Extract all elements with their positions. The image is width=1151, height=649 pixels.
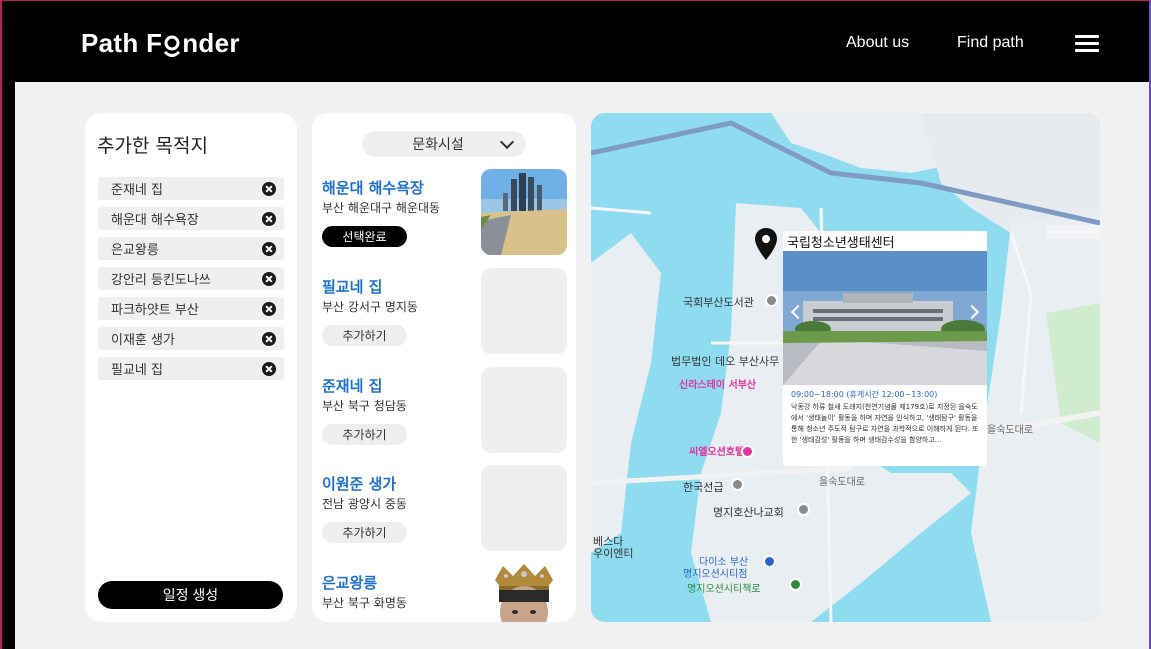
place-item: 필교네 집 부산 강서구 명지동 추가하기 [322, 268, 572, 366]
remove-icon[interactable] [262, 361, 276, 376]
map-label-shinra: 신라스테이 서부산 [679, 380, 757, 391]
top-navigation-bar: Path F nder About us Find path [15, 4, 1149, 82]
church-poi-icon[interactable] [797, 503, 810, 516]
logo-text-before: Path F [81, 28, 163, 58]
place-address: 부산 북구 청담동 [322, 399, 407, 413]
destination-item: 이재훈 생가 [98, 327, 284, 350]
destination-item: 준재네 집 [98, 177, 284, 200]
map-label-bookstore: 명지오션시티책로 [687, 584, 761, 595]
place-thumbnail-beach [481, 169, 567, 255]
logo-text-after: nder [182, 28, 240, 58]
place-thumbnail-placeholder [481, 465, 567, 551]
popup-opening-hours: 09:00~18:00 (휴게시간 12:00~13:00) [791, 390, 938, 399]
map-label-church: 명지호산나교회 [713, 506, 784, 519]
create-schedule-button[interactable]: 일정 생성 [98, 581, 283, 609]
panel-title: 추가한 목적지 [97, 135, 208, 157]
category-dropdown[interactable]: 문화시설 [362, 131, 526, 157]
place-address: 부산 해운대구 해운대동 [322, 201, 441, 215]
place-name[interactable]: 필교네 집 [322, 276, 382, 297]
map-view[interactable]: 국회부산도서관 법무법인 데오 부산사무 신라스테이 서부산 씨엘오션호텔 한국… [591, 113, 1100, 622]
logo-pin-icon [163, 33, 181, 57]
map-label-law: 법무법인 데오 부산사무 [671, 355, 780, 368]
place-item: 해운대 해수욕장 부산 해운대구 해운대동 선택완료 [322, 169, 572, 267]
place-item: 은교왕릉 부산 북구 화명동 [322, 564, 572, 622]
destination-item: 파크하얏트 부산 [98, 297, 284, 320]
place-name[interactable]: 해운대 해수욕장 [322, 177, 424, 198]
korea-register-poi-icon[interactable] [731, 478, 744, 491]
destination-label: 준재네 집 [111, 183, 163, 198]
place-name[interactable]: 은교왕릉 [322, 572, 377, 593]
map-label-library: 국회부산도서관 [683, 296, 754, 309]
add-place-button[interactable]: 추가하기 [322, 424, 407, 445]
place-address: 부산 강서구 명지동 [322, 300, 418, 314]
place-info-popup: 09:00~18:00 (휴게시간 12:00~13:00) 낙동강 하류 철새… [783, 251, 987, 466]
library-poi-icon[interactable] [765, 294, 778, 307]
nav-find-path[interactable]: Find path [957, 34, 1024, 52]
map-label-besta-2: 우이엔티 [593, 547, 634, 560]
remove-icon[interactable] [262, 331, 276, 346]
destination-label: 해운대 해수욕장 [111, 213, 199, 228]
bookstore-poi-icon[interactable] [789, 578, 802, 591]
place-thumbnail-placeholder [481, 367, 567, 453]
destination-item: 은교왕릉 [98, 237, 284, 260]
map-label-seaocean: 씨엘오션호텔 [689, 447, 745, 458]
app-frame: Path F nder About us Find path 추가한 목적지 준… [0, 0, 1151, 649]
map-pin-icon[interactable] [754, 228, 778, 260]
destination-item: 필교네 집 [98, 357, 284, 380]
destination-label: 강안리 등킨도나쓰 [111, 273, 211, 288]
destination-label: 파크하얏트 부산 [111, 303, 199, 318]
place-name[interactable]: 준재네 집 [322, 375, 382, 396]
destination-label: 이재훈 생가 [111, 333, 175, 348]
remove-icon[interactable] [262, 301, 276, 316]
popup-description: 낙동강 하류 철새 도래지(천연기념물 제179호)로 지정된 을숙도에서 '생… [791, 403, 979, 444]
place-item: 이원준 생가 전남 광양시 중동 추가하기 [322, 465, 572, 563]
place-name[interactable]: 이원준 생가 [322, 473, 396, 494]
places-panel: 문화시설 해운대 해수욕장 부산 해운대구 해운대동 선택완료 필교네 집 부산… [312, 113, 576, 622]
add-place-button[interactable]: 추가하기 [322, 522, 407, 543]
logo[interactable]: Path F nder [81, 28, 240, 59]
destination-label: 은교왕릉 [111, 243, 159, 258]
remove-icon[interactable] [262, 271, 276, 286]
map-label-korea-register: 한국선급 [683, 481, 724, 494]
remove-icon[interactable] [262, 211, 276, 226]
hotel-poi-icon[interactable] [741, 445, 754, 458]
destination-label: 필교네 집 [111, 363, 163, 378]
hamburger-menu-icon[interactable] [1075, 35, 1099, 53]
destination-item: 해운대 해수욕장 [98, 207, 284, 230]
add-place-button[interactable]: 추가하기 [322, 325, 407, 346]
added-destinations-panel: 추가한 목적지 준재네 집 해운대 해수욕장 은교왕릉 강안리 등킨도나쓰 파크… [85, 113, 297, 622]
map-label-road-east: 을숙도대로 [987, 425, 1033, 436]
popup-place-photo [783, 251, 987, 385]
place-address: 부산 북구 화명동 [322, 596, 407, 610]
map-label-road: 을숙도대로 [819, 477, 865, 488]
nav-about-us[interactable]: About us [846, 34, 909, 52]
popup-place-title: 국립청소년생태센터 [783, 231, 987, 253]
map-label-daiso-branch: 명지오션시티점 [683, 569, 748, 580]
destination-item: 강안리 등킨도나쓰 [98, 267, 284, 290]
place-item: 준재네 집 부산 북구 청담동 추가하기 [322, 367, 572, 465]
remove-icon[interactable] [262, 241, 276, 256]
place-address: 전남 광양시 중동 [322, 497, 407, 511]
remove-icon[interactable] [262, 181, 276, 196]
place-thumbnail-placeholder [481, 268, 567, 354]
main-content: 추가한 목적지 준재네 집 해운대 해수욕장 은교왕릉 강안리 등킨도나쓰 파크… [15, 82, 1149, 649]
selected-done-button[interactable]: 선택완료 [322, 226, 407, 247]
place-thumbnail-portrait [481, 564, 567, 622]
daiso-poi-icon[interactable] [763, 555, 776, 568]
